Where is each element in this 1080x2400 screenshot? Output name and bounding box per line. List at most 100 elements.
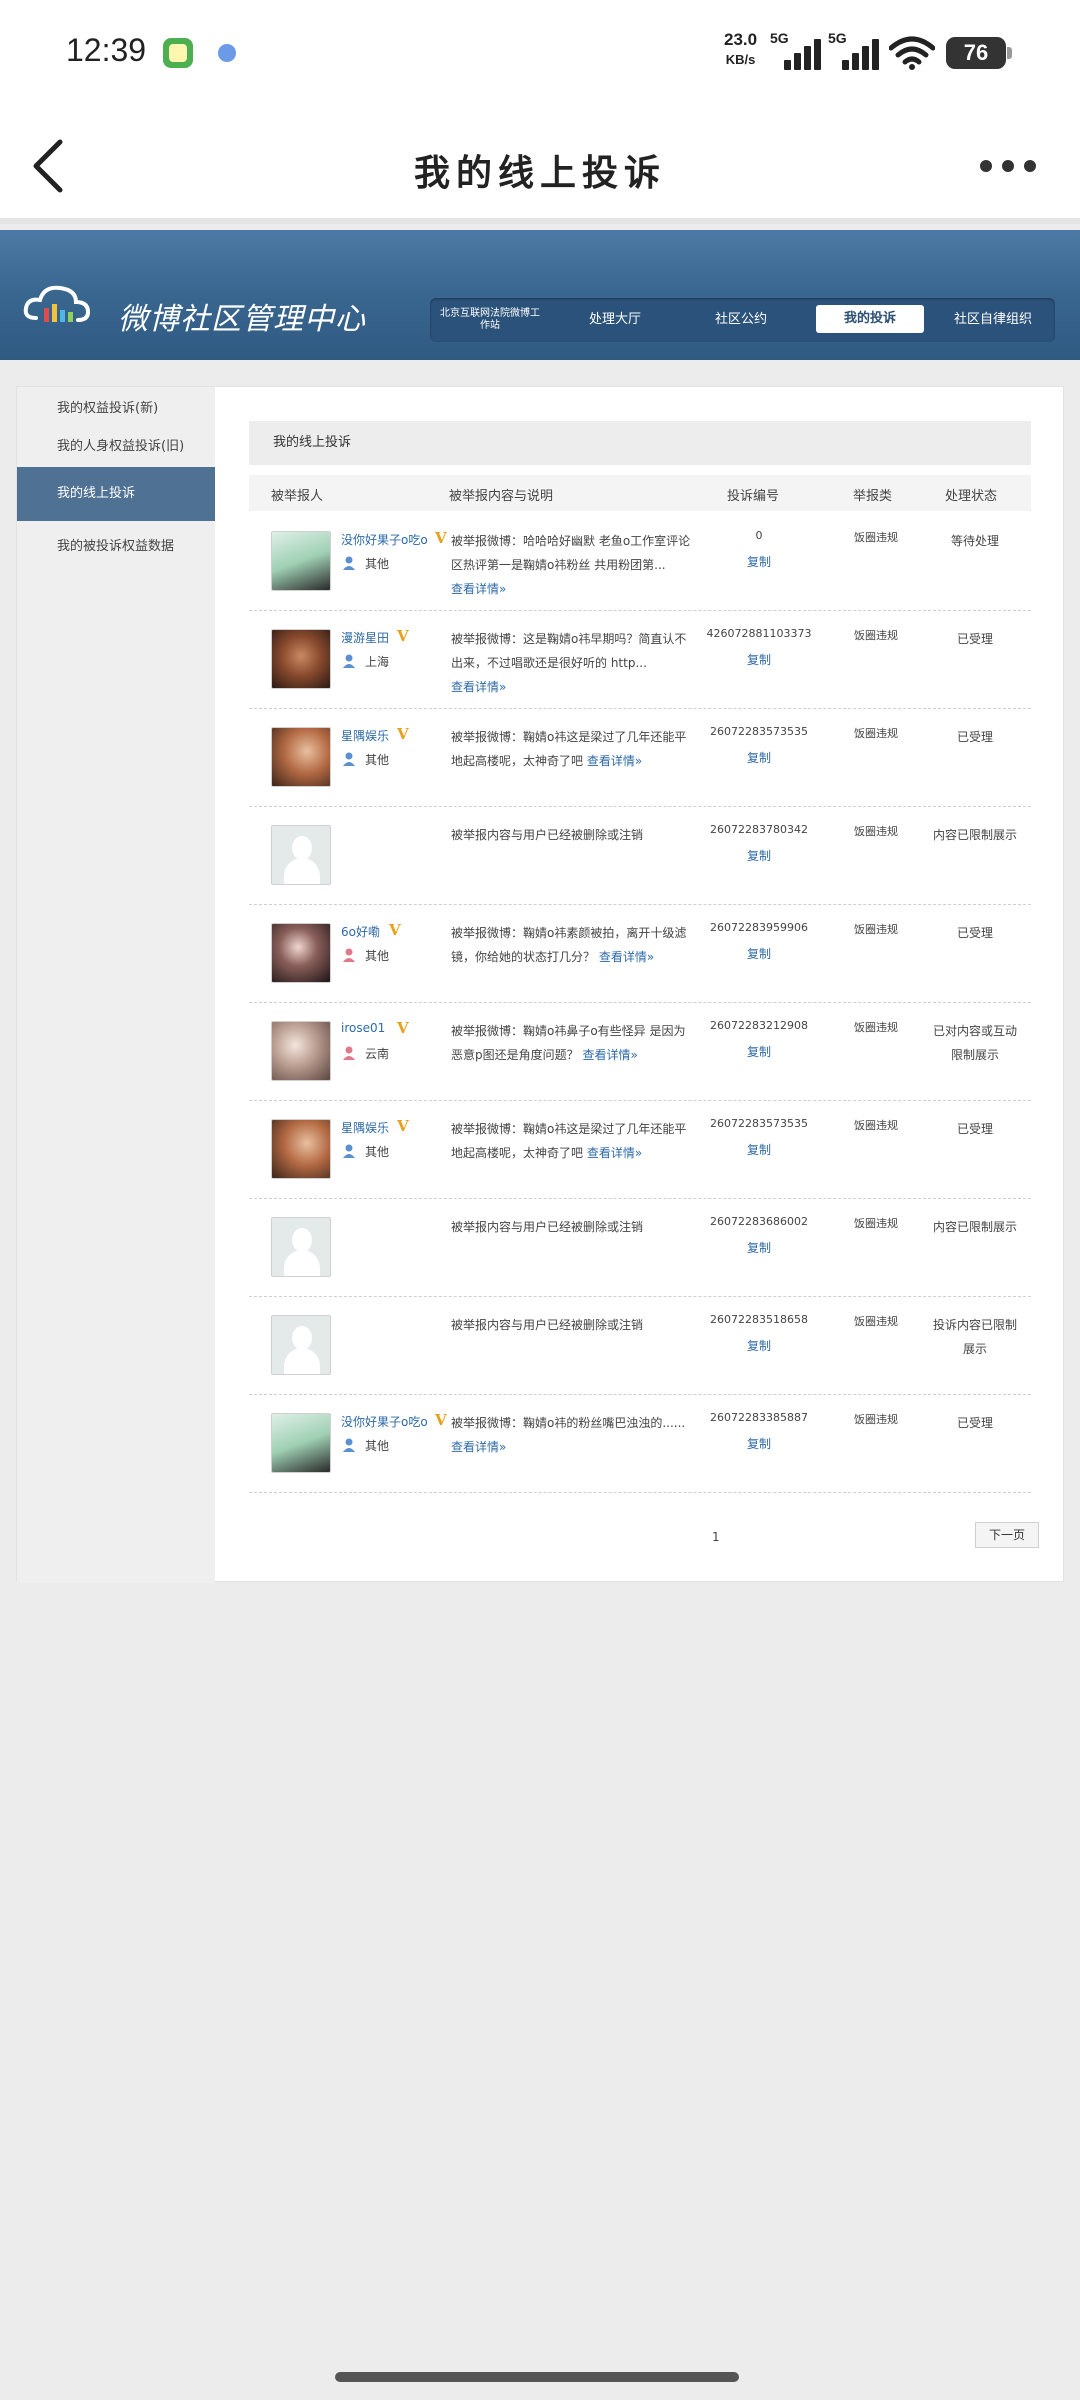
copy-link[interactable]: 复制 [689, 749, 829, 766]
view-detail-link[interactable]: 查看详情» [451, 582, 506, 596]
view-detail-link[interactable]: 查看详情» [451, 680, 506, 694]
complaint-description: 被举报微博：鞠婧o祎这是梁过了几年还能平地起高楼呢，太神奇了吧 查看详情» [451, 725, 697, 773]
report-type: 饭圈违规 [854, 923, 898, 936]
table-row: irose01 V 云南 被举报微博：鞠婧o祎鼻子o有些怪异 是因为恶意p图还是… [249, 1003, 1031, 1101]
complaint-description: 被举报微博：哈哈哈好幽默 老鱼o工作室评论区热评第一是鞠婧o祎粉丝 共用粉团第.… [451, 529, 697, 601]
report-type: 饭圈违规 [854, 727, 898, 740]
avatar[interactable] [271, 531, 331, 591]
description-text: 被举报微博：这是鞠婧o祎早期吗？简直认不出来，不过唱歌还是很好听的 http..… [451, 632, 687, 670]
reporter-location: 其他 [365, 1145, 390, 1159]
copy-link[interactable]: 复制 [689, 1435, 829, 1452]
site-banner: 微博社区管理中心 北京互联网法院微博工作站 处理大厅 社区公约 我的投诉 社区自… [0, 230, 1080, 360]
copy-link[interactable]: 复制 [689, 847, 829, 864]
nav-self-discipline[interactable]: 社区自律组织 [934, 298, 1052, 342]
user-icon [343, 1144, 355, 1158]
table-row: 被举报内容与用户已经被删除或注销 26072283780342 复制 饭圈违规 … [249, 807, 1031, 905]
table-header: 被举报人 被举报内容与说明 投诉编号 举报类 处理状态 [249, 475, 1031, 511]
complaint-number: 26072283518658 [710, 1313, 808, 1326]
complaint-description: 被举报微博：这是鞠婧o祎早期吗？简直认不出来，不过唱歌还是很好听的 http..… [451, 627, 697, 699]
reporter-name[interactable]: 星隅娱乐 [341, 727, 389, 744]
user-icon [343, 1046, 355, 1060]
avatar[interactable] [271, 629, 331, 689]
sidebar-item-personal-rights-old[interactable]: 我的人身权益投诉(旧) [17, 435, 215, 454]
avatar[interactable] [271, 1119, 331, 1179]
copy-link[interactable]: 复制 [689, 1337, 829, 1354]
current-page-number: 1 [712, 1530, 720, 1544]
reporter-location: 其他 [365, 949, 390, 963]
complaint-description: 被举报微博：鞠婧o祎鼻子o有些怪异 是因为恶意p图还是角度问题？ 查看详情» [451, 1019, 697, 1067]
copy-link[interactable]: 复制 [689, 1043, 829, 1060]
process-status: 已受理 [956, 926, 993, 940]
signal-1-icon [784, 38, 828, 70]
user-icon [343, 556, 355, 570]
nav-processing-hall[interactable]: 处理大厅 [560, 298, 670, 342]
sidebar-item-rights-complaint-new[interactable]: 我的权益投诉(新) [17, 397, 215, 416]
description-text: 被举报内容与用户已经被删除或注销 [451, 1318, 644, 1332]
reporter-location: 上海 [365, 655, 390, 669]
default-avatar [271, 825, 331, 885]
default-avatar [271, 1217, 331, 1277]
complaint-description: 被举报内容与用户已经被删除或注销 [451, 1313, 697, 1337]
nav-court-station[interactable]: 北京互联网法院微博工作站 [440, 298, 540, 342]
avatar[interactable] [271, 727, 331, 787]
description-text: 被举报内容与用户已经被删除或注销 [451, 828, 644, 842]
sidebar: 我的权益投诉(新) 我的人身权益投诉(旧) 我的线上投诉 我的被投诉权益数据 [17, 387, 215, 1583]
reporter-name[interactable]: 没你好果子o吃o [341, 531, 428, 548]
column-header-reporter: 被举报人 [271, 489, 324, 504]
home-indicator[interactable] [335, 2372, 739, 2382]
sidebar-item-online-complaints[interactable]: 我的线上投诉 [17, 467, 215, 521]
app-bar: 我的线上投诉 [0, 108, 1080, 224]
avatar[interactable] [271, 923, 331, 983]
reporter-name[interactable]: 星隅娱乐 [341, 1119, 389, 1136]
more-options-icon[interactable] [978, 158, 1038, 174]
user-icon [343, 752, 355, 766]
description-text: 被举报微博：哈哈哈好幽默 老鱼o工作室评论区热评第一是鞠婧o祎粉丝 共用粉团第.… [451, 534, 691, 572]
description-text: 被举报微博：鞠婧o祎这是梁过了几年还能平地起高楼呢，太神奇了吧 [451, 1122, 687, 1160]
view-detail-link[interactable]: 查看详情» [587, 754, 642, 768]
complaint-number: 26072283212908 [710, 1019, 808, 1032]
reporter-name[interactable]: irose01 [341, 1021, 385, 1035]
top-nav: 北京互联网法院微博工作站 处理大厅 社区公约 我的投诉 社区自律组织 [430, 298, 1055, 342]
next-page-button[interactable]: 下一页 [975, 1522, 1039, 1548]
complaint-number: 26072283959906 [710, 921, 808, 934]
user-icon [343, 654, 355, 668]
view-detail-link[interactable]: 查看详情» [582, 1048, 637, 1062]
sidebar-item-complained-data[interactable]: 我的被投诉权益数据 [17, 535, 215, 554]
complaint-number: 26072283573535 [710, 725, 808, 738]
copy-link[interactable]: 复制 [689, 651, 829, 668]
reporter-name[interactable]: 漫游星田 [341, 629, 389, 646]
complaint-description: 被举报内容与用户已经被删除或注销 [451, 1215, 697, 1239]
status-time: 12:39 [66, 32, 147, 68]
copy-link[interactable]: 复制 [689, 1239, 829, 1256]
column-header-content: 被举报内容与说明 [449, 489, 554, 504]
process-status: 内容已限制展示 [932, 1220, 1017, 1234]
nav-my-complaints[interactable]: 我的投诉 [816, 305, 924, 333]
copy-link[interactable]: 复制 [689, 553, 829, 570]
report-type: 饭圈违规 [854, 1021, 898, 1034]
main-panel: 我的权益投诉(新) 我的人身权益投诉(旧) 我的线上投诉 我的被投诉权益数据 我… [16, 386, 1064, 1583]
process-status: 已受理 [956, 730, 993, 744]
complaint-number: 0 [755, 529, 763, 542]
view-detail-link[interactable]: 查看详情» [587, 1146, 642, 1160]
user-icon [343, 948, 355, 962]
table-row: 6o好嘞 V 其他 被举报微博：鞠婧o祎素颜被拍，离开十级滤镜，你给她的状态打几… [249, 905, 1031, 1003]
table-row: 星隅娱乐 V 其他 被举报微博：鞠婧o祎这是梁过了几年还能平地起高楼呢，太神奇了… [249, 709, 1031, 807]
report-type: 饭圈违规 [854, 1315, 898, 1328]
report-type: 饭圈违规 [854, 1413, 898, 1426]
avatar[interactable] [271, 1021, 331, 1081]
copy-link[interactable]: 复制 [689, 945, 829, 962]
reporter-name[interactable]: 6o好嘞 [341, 923, 380, 940]
nav-community-rules[interactable]: 社区公约 [686, 298, 796, 342]
view-detail-link[interactable]: 查看详情» [451, 1440, 506, 1454]
verified-v-icon: V [397, 1019, 409, 1037]
complaint-description: 被举报微博：鞠婧o祎这是梁过了几年还能平地起高楼呢，太神奇了吧 查看详情» [451, 1117, 697, 1165]
reporter-name[interactable]: 没你好果子o吃o [341, 1413, 428, 1430]
table-row: 没你好果子o吃o V 其他 被举报微博：哈哈哈好幽默 老鱼o工作室评论区热评第一… [249, 513, 1031, 611]
copy-link[interactable]: 复制 [689, 1141, 829, 1158]
view-detail-link[interactable]: 查看详情» [599, 950, 654, 964]
cloud-logo-icon [23, 285, 91, 322]
complaint-description: 被举报微博：鞠婧o祎素颜被拍，离开十级滤镜，你给她的状态打几分？ 查看详情» [451, 921, 697, 969]
report-type: 饭圈违规 [854, 629, 898, 642]
avatar[interactable] [271, 1413, 331, 1473]
verified-v-icon: V [397, 1117, 409, 1135]
